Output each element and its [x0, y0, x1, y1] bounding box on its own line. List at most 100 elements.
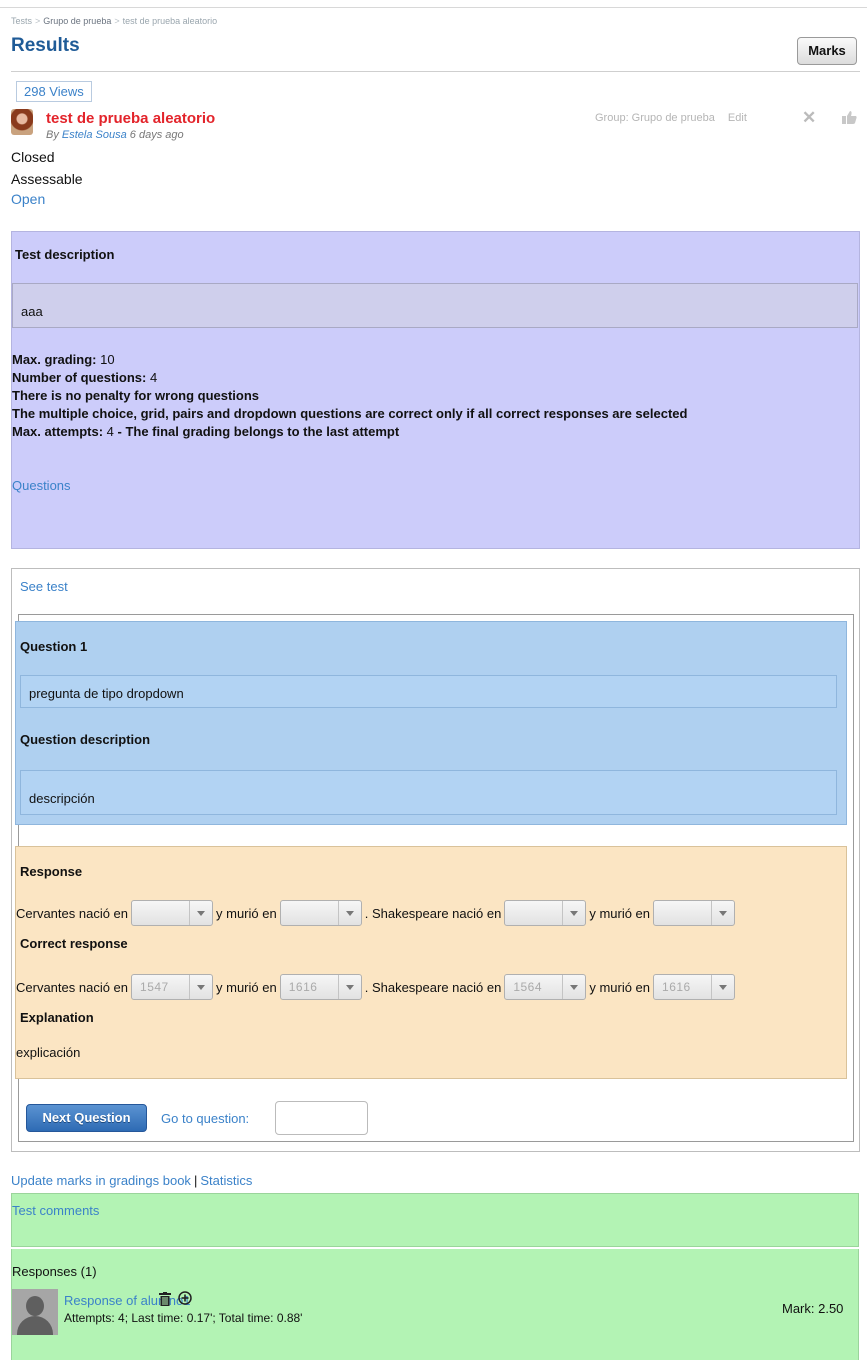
- dropdown-cervantes-birth[interactable]: [131, 900, 214, 926]
- number-of-questions: Number of questions: 4: [12, 370, 157, 385]
- chevron-down-icon: [337, 975, 361, 999]
- response-heading: Response: [20, 864, 83, 879]
- number-of-questions-label: Number of questions:: [12, 370, 147, 385]
- response-sentence: Cervantes nació en y murió en . Shakespear…: [16, 900, 738, 926]
- correct-response-heading: Correct response: [20, 936, 128, 951]
- questions-link[interactable]: Questions: [12, 478, 71, 493]
- response-link[interactable]: Response of alumno1: [64, 1293, 190, 1308]
- next-question-button[interactable]: Next Question: [26, 1104, 147, 1132]
- user-avatar: [12, 1289, 58, 1335]
- chevron-down-icon: [562, 901, 585, 925]
- like-thumb-icon[interactable]: [842, 110, 857, 124]
- chevron-down-icon: [189, 901, 212, 925]
- breadcrumb-group[interactable]: Grupo de prueba: [43, 16, 111, 26]
- correct-dropdown-cervantes-birth: 1547: [131, 974, 214, 1000]
- question-description-box: descripción: [20, 770, 837, 815]
- chevron-down-icon: [562, 975, 585, 999]
- edit-link[interactable]: Edit: [728, 112, 747, 124]
- chevron-down-icon: [711, 975, 734, 999]
- test-description-box: aaa: [12, 283, 858, 328]
- correct-value: 1547: [140, 980, 169, 994]
- max-grading-value: 10: [100, 352, 115, 367]
- question-description-heading: Question description: [20, 732, 151, 747]
- correct-s1: Cervantes nació en: [16, 979, 129, 995]
- multi-note-text: The multiple choice, grid, pairs and dro…: [12, 406, 688, 421]
- max-grading: Max. grading: 10: [12, 352, 115, 367]
- correct-dropdown-shakespeare-death: 1616: [653, 974, 736, 1000]
- question-heading: Question 1: [20, 639, 88, 654]
- explanation-text: explicación: [16, 1045, 81, 1060]
- penalty-note: There is no penalty for wrong questions: [12, 388, 259, 403]
- responses-heading: Responses (1): [12, 1264, 97, 1279]
- page-title: Results: [11, 35, 80, 56]
- response-s1: Cervantes nació en: [16, 905, 129, 921]
- trash-icon[interactable]: [159, 1292, 171, 1306]
- breadcrumb-test[interactable]: test de prueba aleatorio: [123, 16, 218, 26]
- question-text: pregunta de tipo dropdown: [29, 686, 184, 701]
- correct-value: 1616: [662, 980, 691, 994]
- post-meta: Group: Grupo de prueba Edit: [595, 112, 747, 124]
- dropdown-shakespeare-birth[interactable]: [504, 900, 587, 926]
- penalty-note-text: There is no penalty for wrong questions: [12, 388, 260, 403]
- correct-s4: y murió en: [589, 979, 651, 995]
- footer-links: Update marks in gradings book | Statistics: [11, 1173, 252, 1188]
- response-s3: . Shakespeare nació en: [364, 905, 502, 921]
- test-comments-panel: Test comments: [11, 1193, 859, 1247]
- response-panel: Response Cervantes nació en y murió en . S…: [15, 846, 847, 1079]
- open-link[interactable]: Open: [11, 191, 45, 207]
- mark-value: Mark: 2.50: [782, 1301, 844, 1316]
- max-attempts-value: 4: [106, 424, 114, 439]
- explanation-heading: Explanation: [20, 1010, 94, 1025]
- breadcrumb-separator: >: [114, 16, 120, 26]
- group-label[interactable]: Group: Grupo de prueba: [595, 112, 715, 124]
- max-attempts: Max. attempts: 4 - The final grading bel…: [12, 424, 399, 439]
- top-rule: [0, 7, 867, 8]
- byline: By Estela Sousa 6 days ago: [46, 129, 184, 141]
- response-s2: y murió en: [216, 905, 277, 921]
- max-attempts-label: Max. attempts:: [12, 424, 104, 439]
- dropdown-cervantes-death[interactable]: [279, 900, 362, 926]
- breadcrumb-tests[interactable]: Tests: [11, 16, 32, 26]
- author-avatar[interactable]: [11, 109, 33, 135]
- byline-prefix: By: [46, 129, 59, 141]
- correct-dropdown-cervantes-death: 1616: [279, 974, 362, 1000]
- correct-value: 1616: [288, 980, 318, 994]
- test-description-heading: Test description: [15, 247, 115, 262]
- time-ago: 6 days ago: [129, 129, 184, 141]
- marks-button[interactable]: Marks: [797, 37, 857, 65]
- status-closed: Closed: [11, 149, 55, 165]
- test-comments-link[interactable]: Test comments: [12, 1203, 99, 1218]
- go-to-question-input[interactable]: [275, 1101, 368, 1135]
- test-description-text: aaa: [21, 304, 43, 319]
- chevron-down-icon: [337, 901, 361, 925]
- status-assessable: Assessable: [11, 171, 83, 187]
- multi-note: The multiple choice, grid, pairs and dro…: [12, 406, 687, 421]
- delete-x-icon[interactable]: ✕: [802, 108, 816, 128]
- correct-s3: . Shakespeare nació en: [364, 979, 502, 995]
- max-grading-label: Max. grading:: [12, 352, 97, 367]
- statistics-link[interactable]: Statistics: [200, 1173, 252, 1188]
- test-description-panel: Test description aaa Max. grading: 10 Nu…: [11, 231, 860, 549]
- link-separator: |: [193, 1173, 198, 1188]
- number-of-questions-value: 4: [149, 370, 158, 385]
- title-divider: [11, 71, 860, 72]
- correct-value: 1564: [513, 980, 543, 994]
- update-marks-link[interactable]: Update marks in gradings book: [11, 1173, 191, 1188]
- attempts-info: Attempts: 4; Last time: 0.17'; Total tim…: [64, 1311, 303, 1325]
- author-link[interactable]: Estela Sousa: [62, 129, 127, 141]
- correct-dropdown-shakespeare-birth: 1564: [504, 974, 587, 1000]
- question-description-text: descripción: [29, 791, 95, 806]
- question-panel: Question 1 pregunta de tipo dropdown Que…: [15, 621, 847, 825]
- chevron-down-icon: [189, 975, 212, 999]
- dropdown-shakespeare-death[interactable]: [653, 900, 736, 926]
- response-s4: y murió en: [589, 905, 651, 921]
- breadcrumb: Tests > Grupo de prueba > test de prueba ale…: [11, 16, 217, 26]
- post-title: test de prueba aleatorio: [46, 110, 216, 127]
- breadcrumb-separator: >: [35, 16, 41, 26]
- see-test-link[interactable]: See test: [20, 579, 68, 594]
- chevron-down-icon: [711, 901, 734, 925]
- add-circle-icon[interactable]: [178, 1291, 192, 1305]
- correct-s2: y murió en: [216, 979, 277, 995]
- question-text-box: pregunta de tipo dropdown: [20, 675, 837, 708]
- correct-response-sentence: Cervantes nació en 1547 y murió en 1616 . Sh…: [16, 974, 738, 1000]
